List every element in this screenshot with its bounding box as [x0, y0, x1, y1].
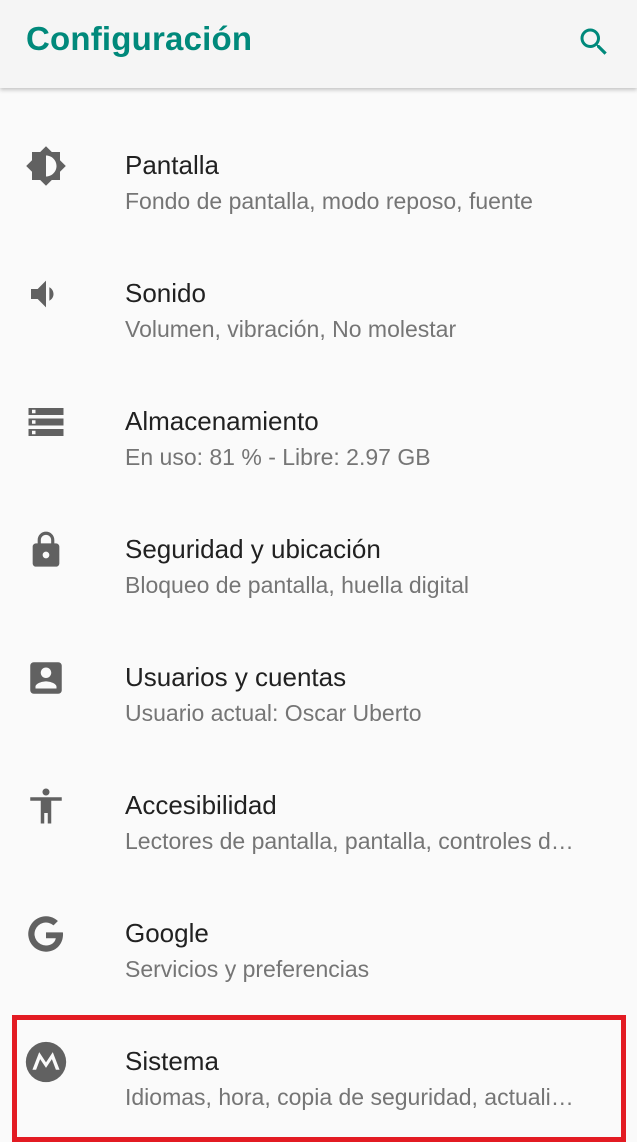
settings-item-subtitle: Bloqueo de pantalla, huella digital [125, 572, 469, 598]
settings-item-almacenamiento[interactable]: Almacenamiento En uso: 81 % - Libre: 2.9… [0, 356, 637, 484]
account-box-icon [22, 654, 70, 702]
settings-item-title: Sistema [125, 1046, 219, 1076]
settings-item-google[interactable]: Google Servicios y preferencias [0, 868, 637, 996]
google-icon [22, 910, 70, 958]
settings-item-usuarios[interactable]: Usuarios y cuentas Usuario actual: Oscar… [0, 612, 637, 740]
settings-item-title: Seguridad y ubicación [125, 534, 381, 564]
settings-item-accesibilidad[interactable]: Accesibilidad Lectores de pantalla, pant… [0, 740, 637, 868]
settings-item-pantalla[interactable]: Pantalla Fondo de pantalla, modo reposo,… [0, 100, 637, 228]
settings-item-sistema[interactable]: Sistema Idiomas, hora, copia de segurida… [0, 996, 637, 1124]
settings-item-title: Accesibilidad [125, 790, 277, 820]
settings-item-subtitle: Lectores de pantalla, pantalla, controle… [125, 828, 574, 854]
settings-item-subtitle: Idiomas, hora, copia de seguridad, actua… [125, 1084, 574, 1110]
accessibility-icon [22, 782, 70, 830]
settings-item-title: Almacenamiento [125, 406, 319, 436]
motorola-icon [22, 1038, 70, 1086]
search-icon [580, 28, 607, 55]
settings-item-sonido[interactable]: Sonido Volumen, vibración, No molestar [0, 228, 637, 356]
settings-item-subtitle: Fondo de pantalla, modo reposo, fuente [125, 188, 533, 214]
settings-item-title: Sonido [125, 278, 206, 308]
lock-icon [22, 526, 70, 574]
settings-list: Pantalla Fondo de pantalla, modo reposo,… [0, 100, 637, 1124]
settings-item-title: Usuarios y cuentas [125, 662, 347, 692]
settings-item-seguridad[interactable]: Seguridad y ubicación Bloqueo de pantall… [0, 484, 637, 612]
storage-icon [22, 398, 70, 446]
search-button[interactable] [572, 20, 616, 64]
settings-item-subtitle: Volumen, vibración, No molestar [125, 316, 457, 342]
brightness-icon [22, 142, 70, 190]
app-bar: Configuración [0, 0, 637, 88]
page-title: Configuración [26, 20, 253, 57]
settings-item-subtitle: En uso: 81 % - Libre: 2.97 GB [125, 444, 431, 470]
settings-item-subtitle: Usuario actual: Oscar Uberto [125, 700, 422, 726]
settings-item-subtitle: Servicios y preferencias [125, 956, 370, 982]
settings-item-title: Google [125, 918, 209, 948]
volume-icon [22, 270, 70, 318]
settings-item-title: Pantalla [125, 150, 219, 180]
